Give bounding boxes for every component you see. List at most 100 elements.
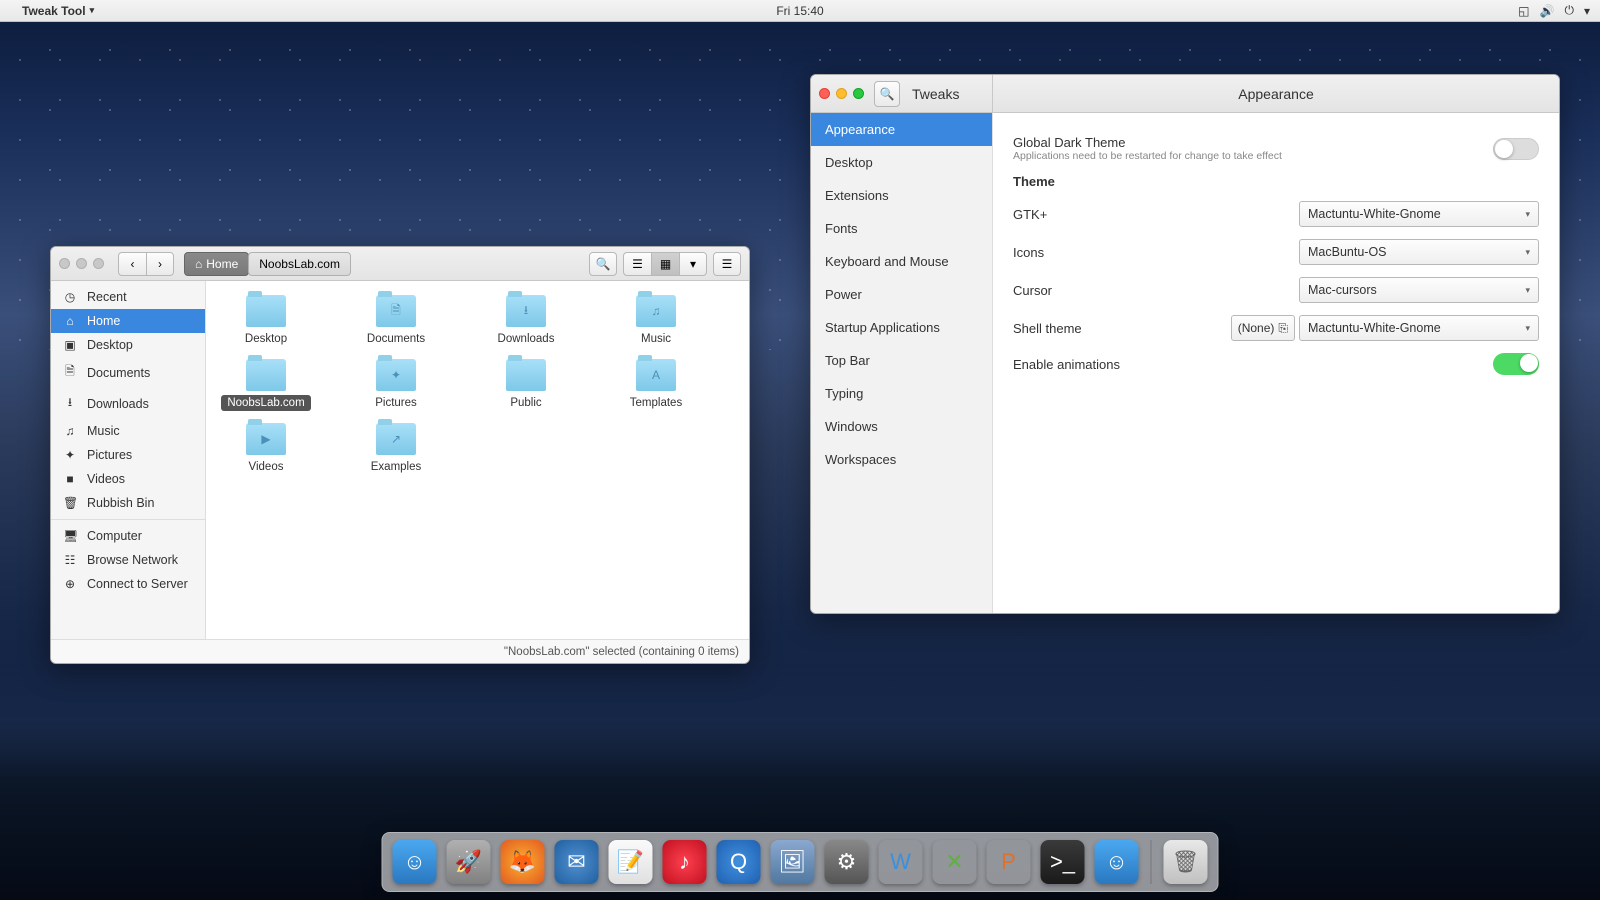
animations-toggle[interactable] [1493,353,1539,375]
minimize-button[interactable] [836,88,847,99]
dock-settings[interactable]: ⚙ [825,840,869,884]
sidebar-item-downloads[interactable]: ⭳Downloads [51,388,205,419]
tweaks-nav-extensions[interactable]: Extensions [811,179,992,212]
system-menu-caret-icon[interactable]: ▾ [1584,4,1590,18]
app-menu[interactable]: Tweak Tool ▾ [22,4,94,18]
dock-finder[interactable]: ☺ [393,840,437,884]
sidebar-item-browse-network[interactable]: ☷Browse Network [51,548,205,572]
sidebar-item-label: Computer [87,529,142,543]
folder-desktop[interactable]: Desktop [216,295,316,347]
dock-launchpad[interactable]: 🚀 [447,840,491,884]
sidebar-item-pictures[interactable]: ✦Pictures [51,443,205,467]
shell-value: Mactuntu-White-Gnome [1308,321,1441,335]
tweaks-title: Tweaks [912,86,959,102]
sidebar-item-computer[interactable]: 🖥Computer [51,524,205,548]
folder-label: Downloads [492,331,561,347]
tweaks-nav-windows[interactable]: Windows [811,410,992,443]
sidebar-item-connect-to-server[interactable]: ⊕Connect to Server [51,572,205,596]
tweaks-nav-startup-applications[interactable]: Startup Applications [811,311,992,344]
folder-icon: ↗ [376,423,416,455]
window-restore-icon[interactable]: ◱ [1518,4,1529,18]
sidebar-item-documents[interactable]: 🗎Documents [51,357,205,388]
hamburger-menu-button[interactable]: ☰ [713,252,741,276]
folder-noobslab-com[interactable]: NoobsLab.com [216,359,316,411]
dock-wps-writer[interactable]: W [879,840,923,884]
chevron-down-icon: ▾ [1525,323,1530,334]
sidebar-item-icon: ⊕ [63,577,77,591]
sidebar-item-rubbish-bin[interactable]: 🗑Rubbish Bin [51,491,205,515]
folder-label: Music [635,331,677,347]
sidebar-item-desktop[interactable]: ▣Desktop [51,333,205,357]
folder-examples[interactable]: ↗Examples [346,423,446,475]
folder-icon: ⭳ [506,295,546,327]
folder-public[interactable]: Public [476,359,576,411]
folder-icon: ▶ [246,423,286,455]
dock-trash[interactable]: 🗑 [1164,840,1208,884]
folder-icon: ✦ [376,359,416,391]
dock-itunes[interactable]: ♪ [663,840,707,884]
path-segment-home[interactable]: ⌂ Home [184,252,249,276]
maximize-button[interactable] [93,258,104,269]
folder-templates[interactable]: ATemplates [606,359,706,411]
volume-icon[interactable]: 🔊 [1540,4,1555,18]
dock-wps-spreadsheet[interactable]: ✕ [933,840,977,884]
sidebar-item-home[interactable]: ⌂Home [51,309,205,333]
shell-select[interactable]: Mactuntu-White-Gnome ▾ [1299,315,1539,341]
nav-forward-button[interactable]: › [146,252,174,276]
shell-reset-button[interactable]: (None) ⎘ [1231,315,1295,341]
tweaks-nav-top-bar[interactable]: Top Bar [811,344,992,377]
minimize-button[interactable] [76,258,87,269]
folder-documents[interactable]: 🗎Documents [346,295,446,347]
cursor-select[interactable]: Mac-cursors ▾ [1299,277,1539,303]
sidebar-item-videos[interactable]: ■Videos [51,467,205,491]
dock-textedit[interactable]: 📝 [609,840,653,884]
sidebar-item-recent[interactable]: ◷Recent [51,285,205,309]
tweaks-window: 🔍 Tweaks Appearance AppearanceDesktopExt… [810,74,1560,614]
tweaks-nav-desktop[interactable]: Desktop [811,146,992,179]
nav-back-button[interactable]: ‹ [118,252,146,276]
icons-select[interactable]: MacBuntu-OS ▾ [1299,239,1539,265]
clock[interactable]: Fri 15:40 [776,4,823,18]
dock-quicktime[interactable]: Q [717,840,761,884]
view-grid-button[interactable]: ▦ [651,252,679,276]
folder-videos[interactable]: ▶Videos [216,423,316,475]
tweaks-nav-keyboard-and-mouse[interactable]: Keyboard and Mouse [811,245,992,278]
tweaks-nav-power[interactable]: Power [811,278,992,311]
tweaks-content: Global Dark Theme Applications need to b… [993,113,1559,613]
sidebar-item-label: Pictures [87,448,132,462]
file-manager-window: ‹ › ⌂ Home NoobsLab.com 🔍 ☰ ▦ ▾ ☰ ◷Recen… [50,246,750,664]
sidebar-item-music[interactable]: ♫Music [51,419,205,443]
status-text: "NoobsLab.com" selected (containing 0 it… [504,646,739,658]
tweaks-nav-workspaces[interactable]: Workspaces [811,443,992,476]
folder-pictures[interactable]: ✦Pictures [346,359,446,411]
tweaks-nav-appearance[interactable]: Appearance [811,113,992,146]
file-manager-header: ‹ › ⌂ Home NoobsLab.com 🔍 ☰ ▦ ▾ ☰ [51,247,749,281]
close-button[interactable] [59,258,70,269]
sidebar-item-label: Videos [87,472,125,486]
path-segment-current[interactable]: NoobsLab.com [248,252,351,276]
maximize-button[interactable] [853,88,864,99]
dock-photos[interactable]: 🖼 [771,840,815,884]
dock-terminal[interactable]: >_ [1041,840,1085,884]
view-dropdown-button[interactable]: ▾ [679,252,707,276]
icons-value: MacBuntu-OS [1308,245,1387,259]
dock-finder2[interactable]: ☺ [1095,840,1139,884]
gtk-select[interactable]: Mactuntu-White-Gnome ▾ [1299,201,1539,227]
folder-music[interactable]: ♫Music [606,295,706,347]
global-dark-toggle[interactable] [1493,138,1539,160]
tweaks-nav-typing[interactable]: Typing [811,377,992,410]
folder-label: Templates [624,395,688,411]
folder-downloads[interactable]: ⭳ Downloads [476,295,576,347]
dock-firefox[interactable]: 🦊 [501,840,545,884]
dock-thunderbird[interactable]: ✉ [555,840,599,884]
power-icon[interactable]: ⏻ [1564,3,1574,18]
file-content[interactable]: Desktop 🗎Documents ⭳ Downloads ♫Music NoobsLa… [206,281,749,639]
dock-wps-presentation[interactable]: P [987,840,1031,884]
view-list-button[interactable]: ☰ [623,252,651,276]
folder-icon [246,359,286,391]
chevron-down-icon: ▾ [690,257,696,271]
close-button[interactable] [819,88,830,99]
search-button[interactable]: 🔍 [874,81,900,107]
tweaks-nav-fonts[interactable]: Fonts [811,212,992,245]
search-button[interactable]: 🔍 [589,252,617,276]
